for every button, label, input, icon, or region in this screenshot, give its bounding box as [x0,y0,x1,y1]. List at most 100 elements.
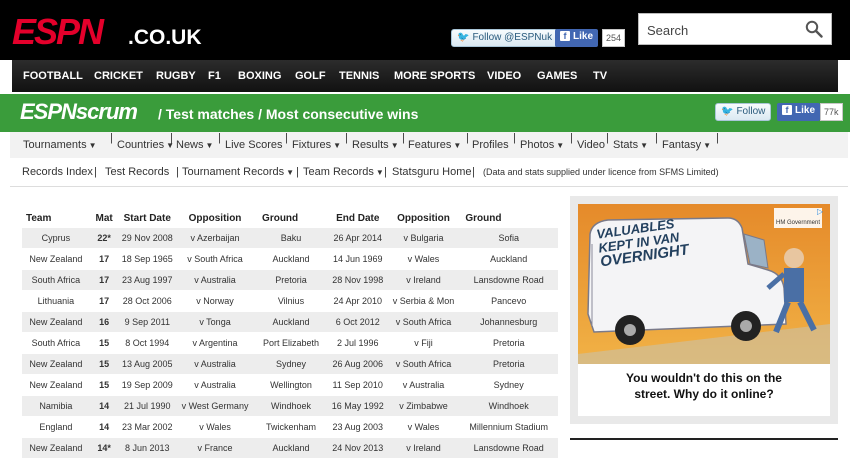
cell-opposition[interactable]: v Azerbaijan [176,228,255,249]
facebook-like-button[interactable]: f Like [555,29,599,47]
cell-opposition[interactable]: v Wales [176,416,255,438]
menu-photos[interactable]: Photos ▼ [520,132,564,159]
cell-ground[interactable]: Pretoria [254,269,328,291]
cell-opposition[interactable]: v Norway [176,290,255,312]
search-input[interactable] [645,19,799,41]
scrum-facebook-like-button[interactable]: f Like [777,103,821,121]
cell-ground[interactable]: Vilnius [254,290,328,312]
cell-ground-2[interactable]: Pretoria [459,353,558,375]
nav-video[interactable]: VIDEO [487,60,521,92]
ad-close-icon[interactable]: ▷ [817,207,827,217]
nav-games[interactable]: GAMES [537,60,577,92]
cell-opposition-2[interactable]: v South Africa [387,311,460,333]
cell-ground-2[interactable]: Millennium Stadium [459,416,558,438]
submenu-statsguru-home[interactable]: Statsguru Home [392,158,471,186]
ad-creative[interactable]: VALUABLES KEPT IN VAN OVERNIGHT HM Gover… [578,204,830,416]
top-header: ESPN .CO.UK 🐦 Follow @ESPNuk f Like 254 [0,0,850,60]
menu-features[interactable]: Features ▼ [408,132,461,159]
cell-opposition[interactable]: v Australia [176,374,255,396]
menu-fixtures[interactable]: Fixtures ▼ [292,132,341,159]
search-icon[interactable] [805,20,823,38]
menu-profiles[interactable]: Profiles [472,132,509,158]
cell-opposition-2[interactable]: v Fiji [387,332,460,354]
cell-opposition-2[interactable]: v Australia [387,374,460,396]
menu-video[interactable]: Video [577,132,605,158]
chevron-down-icon: ▼ [640,141,648,150]
scrum-twitter-follow-button[interactable]: 🐦 Follow [715,103,772,121]
cell-opposition-2[interactable]: v Ireland [387,437,460,459]
cell-opposition-2[interactable]: v Serbia & Mon [387,290,460,312]
twitter-follow-button[interactable]: 🐦 Follow @ESPNuk [451,29,559,47]
submenu-tournament-records[interactable]: Tournament Records ▼ [182,158,294,187]
cell-ground-2[interactable]: Auckland [459,248,558,270]
espn-logo[interactable]: ESPN [12,14,104,50]
menu-live-scores[interactable]: Live Scores [225,132,282,158]
cell-team[interactable]: New Zealand [22,353,90,375]
cell-ground-2[interactable]: Lansdowne Road [459,269,558,291]
cell-team[interactable]: New Zealand [22,311,90,333]
cell-opposition-2[interactable]: v South Africa [387,353,460,375]
facebook-like-count: 254 [602,29,626,47]
cell-ground[interactable]: Auckland [254,311,328,333]
nav-rugby[interactable]: RUGBY [156,60,196,92]
scrum-logo[interactable]: ESPNscrum [20,100,138,124]
cell-ground[interactable]: Windhoek [254,395,328,417]
menu-tournaments[interactable]: Tournaments ▼ [23,132,97,159]
menu-stats[interactable]: Stats ▼ [613,132,648,159]
nav-tennis[interactable]: TENNIS [339,60,379,92]
menu-fantasy[interactable]: Fantasy ▼ [662,132,711,159]
menu-countries[interactable]: Countries ▼ [117,132,174,159]
menu-results[interactable]: Results ▼ [352,132,399,159]
cell-team[interactable]: Cyprus [22,228,90,249]
submenu-team-records[interactable]: Team Records ▼ [303,158,384,187]
cell-ground-2[interactable]: Sofia [459,228,558,249]
advertisement[interactable]: VALUABLES KEPT IN VAN OVERNIGHT HM Gover… [570,196,838,424]
nav-tv[interactable]: TV [593,60,607,92]
cell-ground[interactable]: Auckland [254,248,328,270]
nav-more-sports[interactable]: MORE SPORTS [394,60,475,92]
menu-news[interactable]: News ▼ [176,132,213,159]
cell-opposition[interactable]: v South Africa [176,248,255,270]
nav-f1[interactable]: F1 [208,60,221,92]
cell-team[interactable]: England [22,416,90,438]
cell-opposition[interactable]: v France [176,437,255,459]
cell-ground[interactable]: Sydney [254,353,328,375]
cell-opposition-2[interactable]: v Wales [387,416,460,438]
cell-ground-2[interactable]: Sydney [459,374,558,396]
nav-cricket[interactable]: CRICKET [94,60,143,92]
submenu-test-records[interactable]: Test Records [105,158,169,186]
cell-ground-2[interactable]: Lansdowne Road [459,437,558,459]
cell-team[interactable]: New Zealand [22,437,90,459]
submenu-records-index[interactable]: Records Index [22,158,93,186]
cell-ground-2[interactable]: Windhoek [459,395,558,417]
cell-team[interactable]: South Africa [22,332,90,354]
cell-opposition-2[interactable]: v Ireland [387,269,460,291]
cell-ground[interactable]: Twickenham [254,416,328,438]
cell-end-date: 28 Nov 1998 [327,269,388,291]
cell-opposition[interactable]: v Tonga [176,311,255,333]
nav-boxing[interactable]: BOXING [238,60,281,92]
table-row: South Africa 17 23 Aug 1997 v Australia Pret… [22,269,558,291]
cell-opposition[interactable]: v Argentina [176,332,255,354]
cell-team[interactable]: South Africa [22,269,90,291]
cell-opposition-2[interactable]: v Bulgaria [387,228,460,249]
cell-ground-2[interactable]: Pretoria [459,332,558,354]
cell-ground[interactable]: Baku [254,228,328,249]
nav-football[interactable]: FOOTBALL [23,60,83,92]
cell-ground-2[interactable]: Pancevo [459,290,558,312]
cell-opposition-2[interactable]: v Zimbabwe [387,395,460,417]
cell-ground[interactable]: Auckland [254,437,328,459]
cell-opposition-2[interactable]: v Wales [387,248,460,270]
cell-ground[interactable]: Port Elizabeth [254,332,328,354]
cell-team[interactable]: Namibia [22,395,90,417]
cell-team[interactable]: New Zealand [22,374,90,396]
cell-opposition[interactable]: v West Germany [176,395,255,417]
cell-ground-2[interactable]: Johannesburg [459,311,558,333]
cell-team[interactable]: Lithuania [22,290,90,312]
nav-golf[interactable]: GOLF [295,60,326,92]
cell-ground[interactable]: Wellington [254,374,328,396]
cell-opposition[interactable]: v Australia [176,353,255,375]
cell-opposition[interactable]: v Australia [176,269,255,291]
cell-team[interactable]: New Zealand [22,248,90,270]
cell-start-date: 18 Sep 1965 [118,248,177,270]
